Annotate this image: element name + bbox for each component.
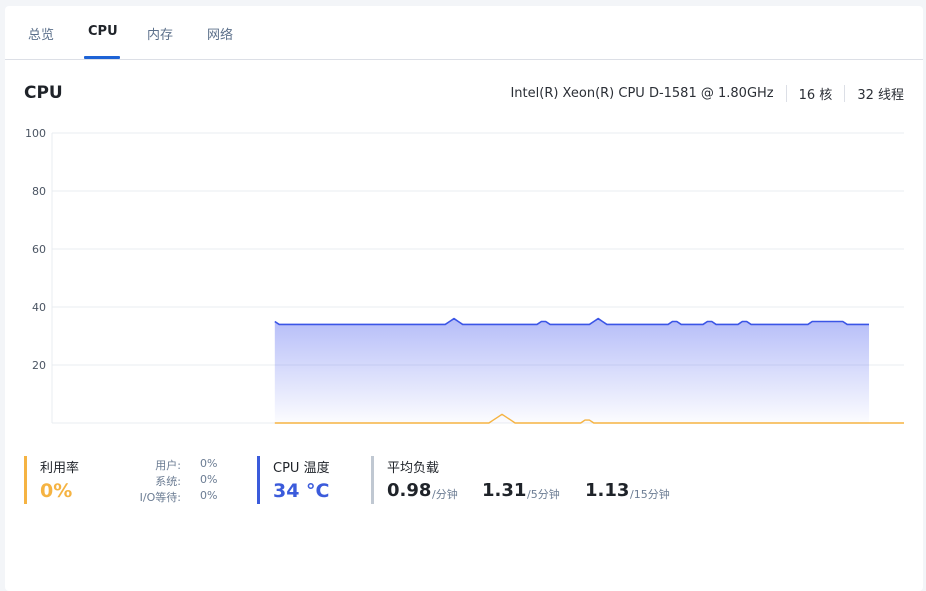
y-tick-label: 40: [32, 301, 46, 314]
y-tick-label: 60: [32, 243, 46, 256]
cpu-panel: 总览 CPU 内存 网络 CPU Intel(R) Xeon(R) CPU D-…: [5, 6, 923, 591]
load-label: 平均负载: [387, 461, 440, 476]
load-15min-unit: /15分钟: [630, 488, 670, 501]
cpu-model: Intel(R) Xeon(R) CPU D-1581 @ 1.80GHz: [510, 85, 774, 101]
y-tick-label: 80: [32, 185, 46, 198]
load-series-area: [274, 318, 870, 423]
load-15min-value: 1.13: [585, 480, 630, 501]
active-tab-indicator: [84, 56, 120, 59]
tab-bar: 总览 CPU 内存 网络: [5, 6, 923, 60]
system-label: 系统:: [155, 475, 181, 488]
load-accent-bar: [371, 456, 374, 504]
divider: [785, 84, 787, 102]
cpu-cores: 16 核: [798, 87, 833, 103]
usage-value: 0%: [40, 480, 73, 502]
system-value: 0%: [200, 473, 218, 486]
tab-overview[interactable]: 总览: [28, 24, 54, 43]
divider: [844, 84, 846, 102]
iowait-value: 0%: [200, 489, 218, 502]
load-1min-value: 0.98: [387, 480, 432, 501]
temperature-label: CPU 温度: [273, 461, 330, 476]
tab-network[interactable]: 网络: [207, 24, 233, 43]
load-5min-value: 1.31: [482, 480, 527, 501]
cpu-threads: 32 线程: [857, 87, 904, 103]
temperature-accent-bar: [257, 456, 260, 504]
load-1min-unit: /分钟: [432, 488, 458, 501]
page-title: CPU: [24, 83, 63, 103]
user-label: 用户:: [155, 459, 181, 472]
y-tick-label: 20: [32, 359, 46, 372]
temperature-value: 34 °C: [273, 480, 330, 502]
usage-label: 利用率: [40, 461, 80, 476]
load-5min-unit: /5分钟: [527, 488, 560, 501]
cpu-info: Intel(R) Xeon(R) CPU D-1581 @ 1.80GHz 16…: [510, 83, 904, 103]
user-value: 0%: [200, 457, 218, 470]
cpu-chart: 100 80 60 40 20: [25, 127, 904, 424]
y-tick-label: 100: [25, 127, 46, 140]
tab-memory[interactable]: 内存: [147, 24, 173, 43]
tab-cpu[interactable]: CPU: [88, 24, 118, 39]
iowait-label: I/O等待:: [139, 491, 181, 504]
usage-accent-bar: [24, 456, 27, 504]
load-series-line: [274, 317, 869, 326]
